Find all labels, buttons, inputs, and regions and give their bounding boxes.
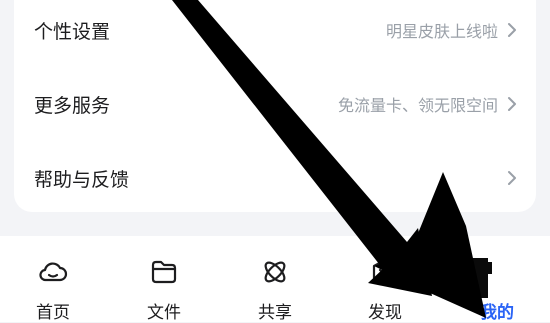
atom-icon [264,261,286,283]
tab-label: 发现 [368,303,402,323]
cloud-icon [39,262,68,282]
tab-label: 文件 [147,303,181,323]
tab-files[interactable]: 文件 [124,236,204,323]
tab-share[interactable]: 共享 [235,236,315,323]
profile-icon-fragment [484,262,492,274]
tab-label: 首页 [36,303,70,323]
tab-home[interactable]: 首页 [13,236,93,323]
settings-row-more-services[interactable]: 更多服务 免流量卡、领无限空间 [14,74,536,134]
settings-row-value: 免流量卡、领无限空间 [337,96,498,115]
tab-discover[interactable]: 发现 [345,236,425,323]
settings-row-help-feedback[interactable]: 帮助与反馈 [14,148,536,208]
profile-icon [452,258,488,298]
chevron-right-icon [508,97,516,111]
settings-row-label: 更多服务 [34,94,111,117]
settings-row-value: 明星皮肤上线啦 [385,22,498,41]
settings-row-label: 个性设置 [34,20,111,43]
chevron-right-icon [508,23,516,37]
settings-row-label: 帮助与反馈 [34,168,130,191]
settings-card: 个性设置 明星皮肤上线啦 更多服务 免流量卡、领无限空间 帮助与反馈 [14,0,536,212]
tab-label: 我的 [480,303,514,323]
discover-icon [372,258,398,286]
settings-row-personalization[interactable]: 个性设置 明星皮肤上线啦 [14,0,536,60]
chevron-right-icon [508,171,516,185]
folder-icon [151,260,177,284]
tab-label: 共享 [258,303,292,323]
